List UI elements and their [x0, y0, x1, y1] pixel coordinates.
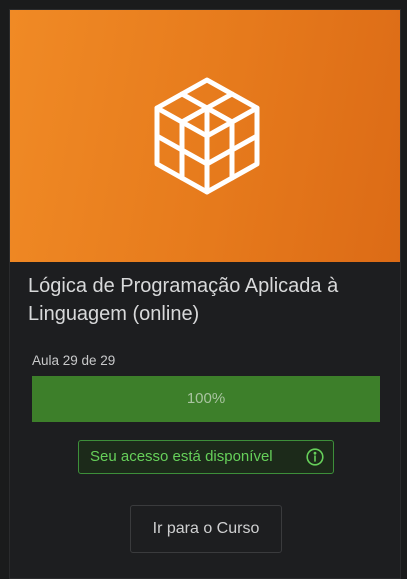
access-status-label: Seu acesso está disponível: [90, 448, 273, 465]
access-status-badge: Seu acesso está disponível: [78, 440, 334, 474]
progress-label: 100%: [186, 390, 226, 407]
go-to-course-button[interactable]: Ir para o Curso: [130, 505, 282, 553]
course-banner: [10, 10, 400, 262]
lesson-count: Aula 29 de 29: [32, 353, 116, 368]
info-icon[interactable]: [306, 448, 324, 466]
progress-bar: 100%: [32, 376, 380, 422]
cubes-icon: [154, 77, 260, 195]
course-title: Lógica de Programação Aplicada à Linguag…: [28, 275, 339, 325]
course-card: Lógica de Programação Aplicada à Linguag…: [9, 9, 401, 579]
